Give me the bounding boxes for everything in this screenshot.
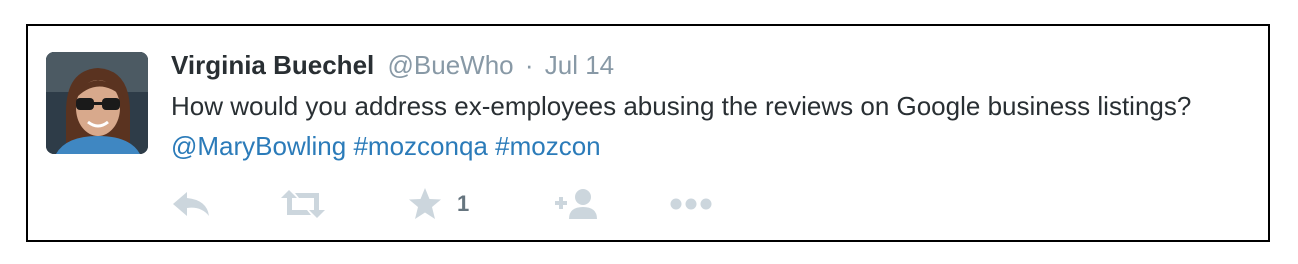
tweet-content: Virginia Buechel @BueWho · Jul 14 How wo…	[171, 48, 1238, 166]
avatar-photo	[46, 52, 148, 154]
favorite-button[interactable]: 1	[407, 184, 469, 224]
reply-icon	[173, 192, 209, 216]
tweet-card: Virginia Buechel @BueWho · Jul 14 How wo…	[26, 24, 1270, 242]
mention-link[interactable]: @MaryBowling	[171, 131, 346, 161]
avatar[interactable]	[46, 52, 148, 154]
hashtag-link[interactable]: #mozconqa	[353, 131, 487, 161]
tweet-actions: 1	[171, 184, 771, 224]
separator-dot: ·	[524, 50, 534, 80]
follow-icon	[555, 189, 597, 219]
retweet-icon	[281, 190, 325, 218]
favorite-count: 1	[457, 191, 470, 216]
tweet-header: Virginia Buechel @BueWho · Jul 14	[171, 48, 1238, 82]
display-name[interactable]: Virginia Buechel	[171, 50, 374, 80]
follow-button[interactable]	[555, 184, 599, 224]
tweet-text-body: How would you address ex-employees abusi…	[171, 91, 1192, 121]
tweet-text: How would you address ex-employees abusi…	[171, 86, 1238, 166]
timestamp[interactable]: Jul 14	[545, 50, 614, 80]
user-handle[interactable]: @BueWho	[388, 50, 514, 80]
more-button[interactable]	[669, 184, 713, 224]
reply-button[interactable]	[171, 184, 211, 224]
retweet-button[interactable]	[279, 184, 327, 224]
more-icon	[670, 198, 712, 210]
star-icon	[409, 188, 441, 219]
hashtag-link[interactable]: #mozcon	[495, 131, 601, 161]
